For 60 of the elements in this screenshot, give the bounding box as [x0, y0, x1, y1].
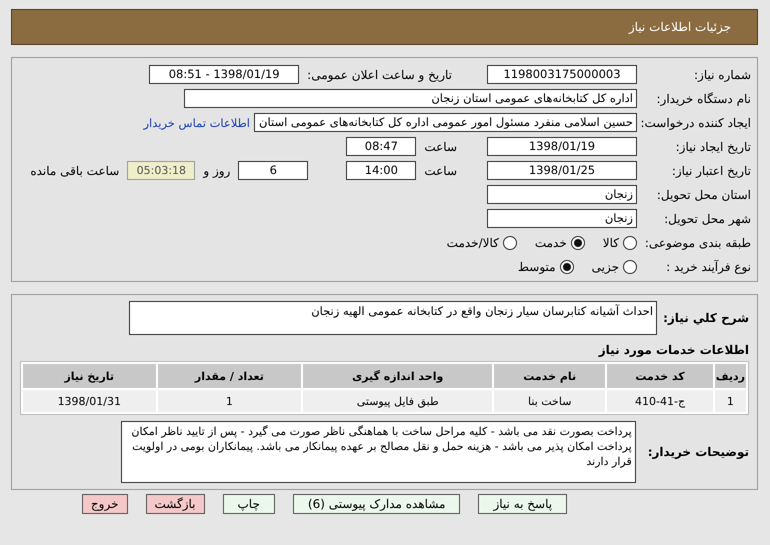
field-label: شرح کلي نیاز:	[663, 311, 749, 325]
radio-button[interactable]	[502, 236, 517, 250]
field-label: شهر محل تحویل:	[663, 212, 752, 226]
radio-button[interactable]	[623, 236, 637, 250]
radio-button[interactable]	[570, 236, 585, 250]
field-label: ساعت	[424, 164, 457, 178]
field-label: استان محل تحویل:	[656, 188, 752, 202]
input-field[interactable]: 14:00	[346, 161, 416, 180]
contact-link[interactable]: اطلاعات تماس خریدار	[143, 116, 250, 130]
field-label: روز و	[203, 164, 230, 178]
column-header: ردیف	[714, 364, 746, 388]
field-label: تاریخ ایجاد نیاز:	[674, 140, 752, 154]
summary-field: احداث آشیانه کتابرسان سیار زنجان واقع در کتابخانه عمومی الهیه زنجان	[129, 301, 658, 335]
input-field[interactable]: 1198003175000003	[487, 65, 637, 84]
field-label: ساعت	[424, 140, 457, 154]
input-field[interactable]: زنجان	[487, 185, 637, 204]
table-cell: طبق فایل پیوستی	[303, 390, 492, 412]
table-cell: ج-41-410	[607, 390, 713, 412]
field-label: تاریخ اعتبار نیاز:	[670, 164, 752, 178]
field-label: تاریخ و ساعت اعلان عمومی:	[306, 68, 453, 82]
action-button[interactable]: خروج	[82, 494, 128, 514]
radio-label: جزیی	[592, 260, 619, 274]
field-label: توضیحات خریدار:	[648, 445, 749, 459]
column-header: تاریخ نیاز	[23, 364, 156, 388]
field-label: نام دستگاه خریدار:	[656, 92, 752, 106]
field-label: ساعت باقی مانده	[30, 164, 120, 178]
radio-label: کالا	[602, 236, 619, 250]
action-button[interactable]: چاپ	[222, 494, 275, 514]
field-label: طبقه بندی موضوعی:	[644, 236, 752, 250]
input-field[interactable]: زنجان	[487, 209, 637, 228]
table-cell: 1398/01/31	[23, 390, 156, 412]
radio-button[interactable]	[560, 260, 574, 274]
action-button[interactable]: بازگشت	[146, 494, 204, 514]
field-label: ایجاد کننده درخواست:	[639, 116, 752, 130]
column-header: نام خدمت	[494, 364, 606, 388]
table-cell: 1	[714, 390, 746, 412]
radio-label: کالا/خدمت	[446, 236, 499, 250]
input-field[interactable]: 1398/01/19	[487, 137, 637, 156]
page-title: جزئیات اطلاعات نیاز	[628, 20, 731, 34]
radio-label: خدمت	[534, 236, 567, 250]
input-field[interactable]: حسین اسلامی منفرد مسئول امور عمومی اداره کل کتابخانه‌های عمومی استان	[254, 113, 637, 132]
notes-field: پرداخت بصورت نقد می باشد - کلیه مراحل ساخت با هماهنگی ناظر صورت می گیرد - پس از تایید ناظر امکان پرداخت امکان پذیر می باشد - هزینه حمل و نقل مصالح بر عهده پیمانکار می باشد. پیمانکاران بومی در اولویت قرار دارند	[120, 421, 636, 483]
column-header: کد خدمت	[607, 364, 713, 388]
column-header: تعداد / مقدار	[158, 364, 302, 388]
action-button[interactable]: مشاهده مدارک پیوستی (6)	[292, 494, 460, 514]
action-button[interactable]: پاسخ به نیاز	[478, 494, 568, 514]
table-cell: 1	[158, 390, 302, 412]
input-field[interactable]: 1398/01/19 - 08:51	[149, 65, 300, 84]
field-label: شماره نیاز:	[693, 68, 752, 82]
table-cell: ساخت بنا	[494, 390, 606, 412]
input-field[interactable]: 1398/01/25	[487, 161, 637, 180]
section-title: اطلاعات خدمات مورد نیاز	[597, 343, 749, 357]
input-field[interactable]: 6	[238, 161, 308, 180]
input-field[interactable]: اداره کل کتابخانه‌های عمومی استان زنجان	[184, 89, 637, 108]
radio-label: متوسط	[518, 260, 556, 274]
radio-button[interactable]	[623, 260, 637, 274]
column-header: واحد اندازه گیری	[303, 364, 492, 388]
input-field[interactable]: 08:47	[346, 137, 416, 156]
countdown-field: 05:03:18	[127, 161, 196, 180]
field-label: نوع فرآیند خرید :	[665, 260, 752, 274]
